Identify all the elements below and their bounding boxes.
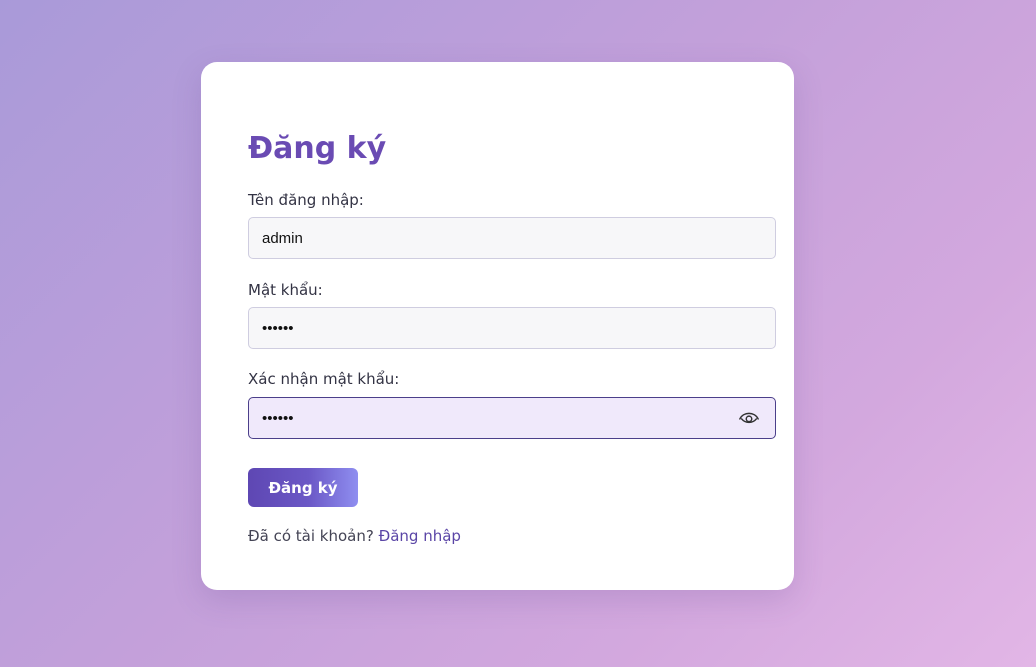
register-button[interactable]: Đăng ký [248,468,358,507]
login-link[interactable]: Đăng nhập [379,527,461,545]
confirm-password-field[interactable] [248,397,776,439]
username-label: Tên đăng nhập: [248,191,364,209]
username-field[interactable] [248,217,776,259]
login-prompt: Đã có tài khoản? Đăng nhập [248,526,461,546]
password-label: Mật khẩu: [248,281,323,299]
register-card: Đăng ký Tên đăng nhập: Mật khẩu: Xác nhậ… [201,62,794,590]
confirm-password-label: Xác nhận mật khẩu: [248,370,400,388]
login-prompt-text: Đã có tài khoản? [248,527,374,545]
page-title: Đăng ký [248,131,387,166]
eye-icon[interactable] [738,407,760,429]
password-field[interactable] [248,307,776,349]
